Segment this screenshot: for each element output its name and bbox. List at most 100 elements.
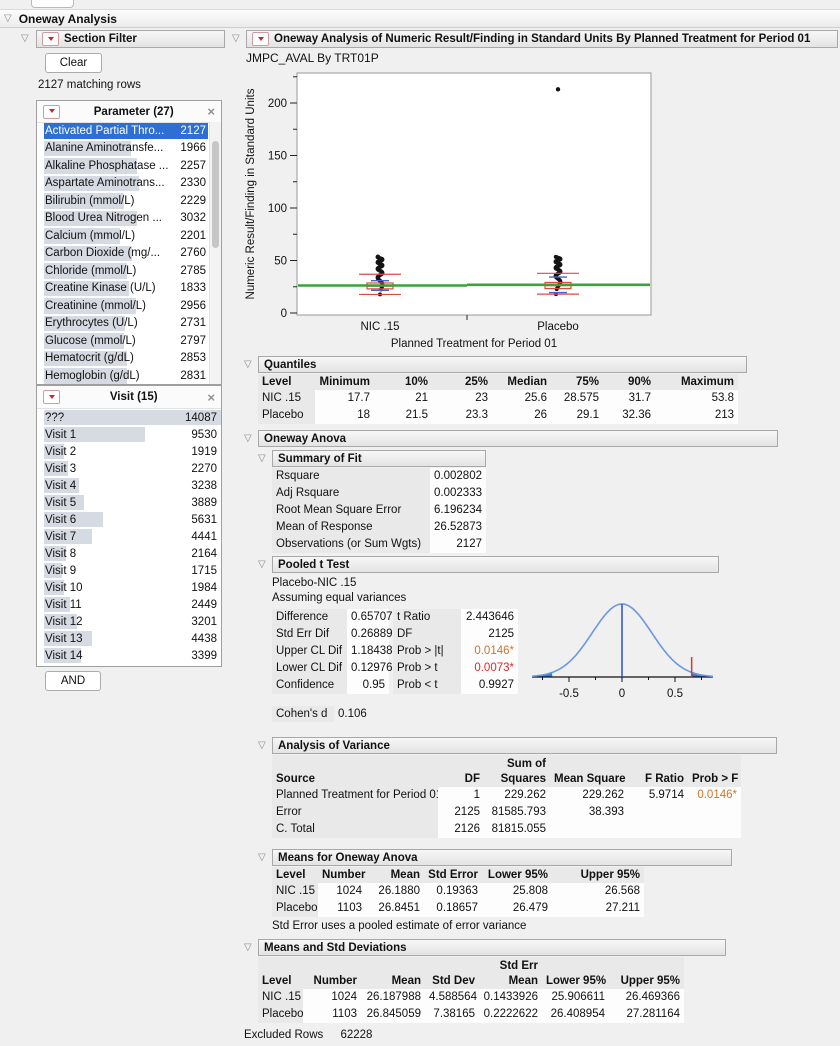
list-item-parameter[interactable]: Activated Partial Thro...2127 — [37, 122, 210, 140]
red-triangle-menu-icon[interactable] — [42, 32, 59, 46]
scrollbar-thumb[interactable] — [212, 141, 219, 248]
list-item-parameter[interactable]: Erythrocytes (U/L)2731 — [37, 315, 210, 333]
list-item-parameter[interactable]: Alanine Aminotransfe...1966 — [37, 140, 210, 158]
svg-text:0: 0 — [619, 688, 625, 700]
table-cell: Prob > t — [393, 660, 461, 677]
list-item-visit[interactable]: Visit 112449 — [37, 596, 221, 613]
excluded-rows-label: Excluded Rows — [244, 1029, 323, 1041]
disclosure-triangle-analysis[interactable]: ▽ — [232, 34, 240, 44]
table-cell: Rsquare — [272, 468, 430, 485]
list-item-parameter[interactable]: Alkaline Phosphatase ...2257 — [37, 157, 210, 175]
table-cell: 23 — [432, 390, 492, 407]
list-item-visit[interactable]: Visit 32270 — [37, 460, 221, 477]
list-item-parameter[interactable]: Creatine Kinase (U/L)1833 — [37, 280, 210, 298]
table-cell: 17.7 — [315, 390, 374, 407]
excluded-rows-value: 62228 — [340, 1029, 372, 1041]
red-triangle-menu-icon[interactable] — [252, 32, 269, 46]
list-item-visit[interactable]: Visit 123201 — [37, 613, 221, 630]
disclosure-triangle-quantiles[interactable]: ▽ — [244, 360, 252, 370]
means-std-title: Means and Std Deviations — [264, 942, 407, 954]
visit-filter-panel: Visit (15) × ???14087 Visit 19530 Visit … — [36, 385, 222, 667]
table-cell: 1.18438 — [347, 643, 389, 660]
list-item-parameter[interactable]: Chloride (mmol/L)2785 — [37, 262, 210, 280]
item-label: Visit 13 — [45, 633, 191, 645]
disclosure-triangle-means-std[interactable]: ▽ — [244, 943, 252, 953]
close-icon[interactable]: × — [207, 391, 215, 404]
list-item-parameter[interactable]: Creatinine (mmol/L)2956 — [37, 297, 210, 315]
table-cell: Prob > |t| — [393, 643, 461, 660]
list-item-parameter[interactable]: Hemoglobin (g/dL)2831 — [37, 367, 210, 384]
item-label: ??? — [45, 412, 185, 424]
table-cell: 26.187988 — [361, 989, 425, 1006]
disclosure-triangle-means-anova[interactable]: ▽ — [258, 853, 266, 863]
list-item-parameter[interactable]: Glucose (mmol/L)2797 — [37, 332, 210, 350]
list-item-parameter[interactable]: Calcium (mmol/L)2201 — [37, 227, 210, 245]
red-triangle-menu-icon[interactable] — [43, 390, 60, 404]
table-cell: 21.5 — [374, 407, 432, 424]
means-std-table: Level Number Mean Std Dev Std ErrMean Lo… — [258, 957, 684, 1023]
list-item-visit[interactable]: Visit 43238 — [37, 477, 221, 494]
column-header: Level — [272, 867, 318, 883]
item-label: Visit 4 — [45, 480, 191, 492]
oneway-anova-header: Oneway Anova — [258, 430, 778, 447]
column-header: Prob > F — [688, 755, 741, 787]
table-cell: 26.479 — [482, 900, 552, 917]
parameter-list: Activated Partial Thro...2127 Alanine Am… — [37, 122, 210, 384]
table-cell: 7.38165 — [425, 1006, 479, 1023]
oneway-analysis-outline: ▽ Oneway Analysis — [0, 9, 840, 28]
list-item-visit[interactable]: Visit 82164 — [37, 545, 221, 562]
analysis-title: Oneway Analysis of Numeric Result/Findin… — [274, 33, 810, 45]
list-item-parameter[interactable]: Aspartate Aminotrans...2330 — [37, 175, 210, 193]
svg-text:Placebo: Placebo — [537, 321, 579, 333]
item-count: 3032 — [180, 212, 206, 224]
disclosure-triangle-summary-of-fit[interactable]: ▽ — [258, 454, 266, 464]
list-item-visit[interactable]: Visit 101984 — [37, 579, 221, 596]
item-label: Alkaline Phosphatase ... — [45, 160, 180, 172]
item-count: 1833 — [180, 282, 206, 294]
list-item-visit[interactable]: ???14087 — [37, 409, 221, 426]
list-item-visit[interactable]: Visit 19530 — [37, 426, 221, 443]
disclosure-triangle-root[interactable]: ▽ — [4, 14, 12, 24]
table-row: Observations (or Sum Wgts)2127 — [272, 536, 486, 553]
scrollbar[interactable] — [209, 122, 221, 384]
table-cell: 0.002333 — [430, 485, 486, 502]
disclosure-triangle-oneway-anova[interactable]: ▽ — [244, 434, 252, 444]
list-item-parameter[interactable]: Carbon Dioxide (mg/...2760 — [37, 245, 210, 263]
item-count: 3399 — [191, 650, 217, 662]
oneway-boxplot-chart[interactable]: 050100150200NIC .15PlaceboPlanned Treatm… — [240, 66, 658, 353]
means-anova-header: Means for Oneway Anova — [272, 849, 732, 866]
table-cell: 2125 — [461, 626, 518, 643]
means-anova-table: Level Number Mean Std Error Lower 95% Up… — [272, 867, 644, 917]
table-cell: NIC .15 — [258, 390, 315, 407]
close-icon[interactable]: × — [207, 105, 215, 118]
list-item-visit[interactable]: Visit 143399 — [37, 647, 221, 664]
table-row: Mean of Response26.52873 — [272, 519, 486, 536]
item-label: Visit 1 — [45, 429, 191, 441]
and-button[interactable]: AND — [45, 671, 101, 691]
visit-panel-header: Visit (15) × — [37, 386, 221, 409]
list-item-visit[interactable]: Visit 21919 — [37, 443, 221, 460]
column-header: Level — [258, 957, 303, 989]
disclosure-triangle-anova[interactable]: ▽ — [258, 741, 266, 751]
list-item-visit[interactable]: Visit 74441 — [37, 528, 221, 545]
table-cell: 38.393 — [550, 804, 628, 821]
visit-list: ???14087 Visit 19530 Visit 21919 Visit 3… — [37, 409, 221, 666]
clear-button[interactable]: Clear — [45, 53, 102, 73]
table-cell: 18 — [315, 407, 374, 424]
red-triangle-menu-icon[interactable] — [43, 105, 60, 119]
list-item-visit[interactable]: Visit 53889 — [37, 494, 221, 511]
item-label: Visit 2 — [45, 446, 191, 458]
matching-rows-text: 2127 matching rows — [38, 79, 141, 91]
list-item-visit[interactable]: Visit 91715 — [37, 562, 221, 579]
item-count: 1984 — [191, 582, 217, 594]
list-item-visit[interactable]: Visit 65631 — [37, 511, 221, 528]
list-item-parameter[interactable]: Blood Urea Nitrogen ...3032 — [37, 210, 210, 228]
disclosure-triangle-pooled-t-test[interactable]: ▽ — [258, 560, 266, 570]
table-cell-significant: 0.0146* — [688, 787, 741, 804]
list-item-parameter[interactable]: Bilirubin (mmol/L)2229 — [37, 192, 210, 210]
table-cell: t Ratio — [393, 609, 461, 626]
column-header: Mean — [361, 957, 425, 989]
disclosure-triangle-section-filter[interactable]: ▽ — [21, 34, 29, 44]
list-item-parameter[interactable]: Hematocrit (g/dL)2853 — [37, 350, 210, 368]
list-item-visit[interactable]: Visit 134438 — [37, 630, 221, 647]
